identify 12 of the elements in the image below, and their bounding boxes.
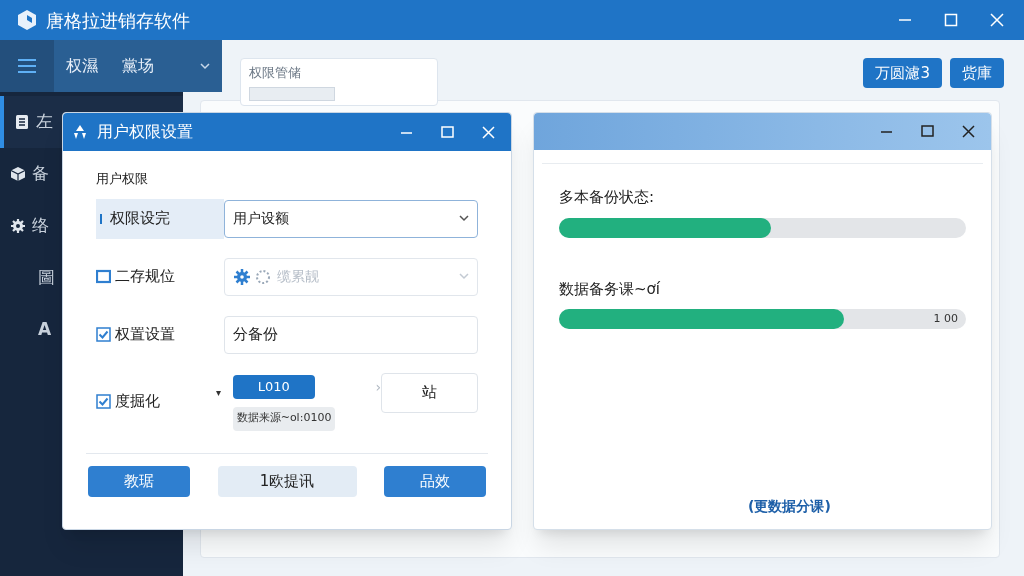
dialog-title: 用户权限设置 [97,121,193,143]
window-title: 唐格拉进销存软件 [46,8,190,33]
checkbox-label: 权置设置 [115,324,175,346]
checkbox-label: 度掘化 [115,391,160,413]
progress-label: 数据备务课~ơí [559,278,661,300]
progress-label: 多本备份状态: [559,187,656,208]
progress-reading: 1 00 [933,310,958,327]
section-label: 用户权限 [96,170,149,188]
chevron-right-icon: › [375,376,381,398]
card-title: 权限管储 [249,64,302,82]
source-tag: 数据来源~ol:0100 [232,406,336,431]
checkbox-label: 二存规位 [115,266,175,288]
